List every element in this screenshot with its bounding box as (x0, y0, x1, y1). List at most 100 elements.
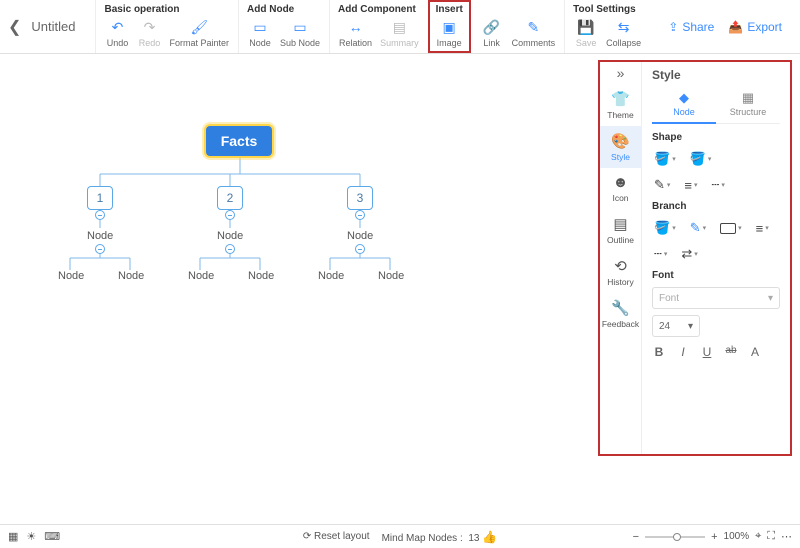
export-button[interactable]: 📤Export (728, 20, 782, 34)
font-family-select[interactable]: Font▾ (652, 287, 780, 309)
link-button[interactable]: 🔗Link (477, 17, 507, 49)
keyboard-icon[interactable]: ⌨ (44, 530, 60, 543)
border-style-button[interactable]: ┄▾ (710, 175, 727, 195)
link-icon: 🔗 (483, 18, 501, 36)
tab-outline[interactable]: ▤Outline (600, 209, 641, 251)
reset-layout-button[interactable]: ⟳ Reset layout (303, 531, 370, 542)
locate-icon[interactable]: ⌖ (755, 530, 761, 543)
font-color-button[interactable]: A (748, 345, 762, 359)
line-style-button[interactable]: ✎▾ (652, 175, 672, 195)
leaf-node[interactable]: Node (58, 270, 84, 282)
child-node[interactable]: Node (87, 230, 113, 242)
bold-button[interactable]: B (652, 345, 666, 359)
fill-color-button[interactable]: 🪣▾ (652, 149, 678, 169)
chevron-down-icon: ▾ (688, 321, 693, 332)
format-painter-button[interactable]: 🖌Format Painter (166, 17, 232, 49)
branch-line-button[interactable]: ✎▾ (688, 218, 708, 238)
tab-history[interactable]: ⟲History (600, 251, 641, 293)
zoom-in-button[interactable]: + (711, 531, 717, 543)
root-node[interactable]: Facts (204, 124, 274, 158)
collapse-toggle[interactable] (355, 210, 365, 220)
lines-icon: ≡ (756, 221, 764, 236)
node-tab-icon: ◆ (679, 90, 689, 106)
collapse-toggle[interactable] (225, 210, 235, 220)
group-add-node: Add Node ▭Node ▭Sub Node (238, 0, 329, 53)
shape-heading: Shape (652, 132, 780, 143)
collapse-toggle[interactable] (355, 244, 365, 254)
brightness-icon[interactable]: ☀ (26, 530, 36, 543)
save-button[interactable]: 💾Save (571, 17, 601, 49)
thumb-icon[interactable]: 👍 (482, 530, 497, 544)
border-color-button[interactable]: 🪣▾ (688, 149, 714, 169)
zoom-slider[interactable] (645, 536, 705, 538)
collapse-toggle[interactable] (225, 244, 235, 254)
group-tool-settings: Tool Settings 💾Save ⇆Collapse (564, 0, 650, 53)
leaf-node[interactable]: Node (188, 270, 214, 282)
font-size-select[interactable]: 24▾ (652, 315, 700, 337)
map-toggle-icon[interactable]: ▦ (8, 530, 18, 543)
border-width-button[interactable]: ≡▾ (682, 175, 699, 195)
bucket-icon: 🪣 (654, 151, 670, 167)
collapse-button[interactable]: ⇆Collapse (603, 17, 644, 49)
comments-icon: ✎ (524, 18, 542, 36)
tab-style[interactable]: 🎨Style (600, 126, 641, 168)
branch-heading: Branch (652, 201, 780, 212)
node-3[interactable]: 3 (347, 186, 373, 210)
node-count: Mind Map Nodes : 13 👍 (382, 530, 498, 544)
leaf-node[interactable]: Node (318, 270, 344, 282)
fullscreen-icon[interactable]: ⛶ (767, 530, 775, 543)
top-toolbar: ❮ Untitled Basic operation ↶Undo ↷Redo 🖌… (0, 0, 800, 54)
refresh-icon: ⟳ (303, 531, 311, 542)
group-insert: Insert ▣Image (428, 0, 471, 53)
back-icon[interactable]: ❮ (8, 17, 21, 37)
branch-dash-button[interactable]: ┄▾ (652, 244, 669, 264)
child-node[interactable]: Node (347, 230, 373, 242)
collapse-toggle[interactable] (95, 244, 105, 254)
comments-button[interactable]: ✎Comments (509, 17, 559, 49)
panel-title: Style (652, 68, 780, 82)
relation-button[interactable]: ↔Relation (336, 17, 375, 49)
tab-structure[interactable]: ▦Structure (716, 88, 780, 123)
branch-width-button[interactable]: ≡▾ (754, 218, 771, 238)
group-basic: Basic operation ↶Undo ↷Redo 🖌Format Pain… (95, 0, 238, 53)
image-icon: ▣ (440, 18, 458, 36)
zoom-value: 100% (724, 531, 750, 542)
italic-button[interactable]: I (676, 345, 690, 359)
collapse-icon: ⇆ (615, 18, 633, 36)
redo-button[interactable]: ↷Redo (134, 17, 164, 49)
tab-feedback[interactable]: 🔧Feedback (600, 293, 641, 335)
more-icon[interactable]: ⋯ (781, 530, 792, 543)
child-node[interactable]: Node (217, 230, 243, 242)
node-button[interactable]: ▭Node (245, 17, 275, 49)
group-add-component: Add Component ↔Relation ▤Summary (329, 0, 428, 53)
branch-arrow-button[interactable]: ⇄▾ (679, 244, 699, 264)
leaf-node[interactable]: Node (248, 270, 274, 282)
underline-button[interactable]: U (700, 345, 714, 359)
strike-button[interactable]: ab (724, 345, 738, 359)
dash-icon: ┄ (654, 246, 662, 262)
collapse-toggle[interactable] (95, 210, 105, 220)
image-button[interactable]: ▣Image (434, 17, 465, 49)
panel-collapse-icon[interactable]: » (600, 62, 641, 84)
smile-icon: ☻ (613, 174, 629, 191)
tab-theme[interactable]: 👕Theme (600, 84, 641, 126)
tab-icon[interactable]: ☻Icon (600, 168, 641, 209)
undo-icon: ↶ (108, 18, 126, 36)
tab-node[interactable]: ◆Node (652, 88, 716, 124)
undo-button[interactable]: ↶Undo (102, 17, 132, 49)
palette-icon: 🎨 (611, 132, 630, 150)
node-2[interactable]: 2 (217, 186, 243, 210)
sub-node-button[interactable]: ▭Sub Node (277, 17, 323, 49)
branch-fill-button[interactable]: 🪣▾ (652, 218, 678, 238)
export-icon: 📤 (728, 20, 743, 34)
outline-icon: ▤ (613, 215, 627, 233)
format-painter-icon: 🖌 (190, 18, 208, 36)
node-1[interactable]: 1 (87, 186, 113, 210)
bucket-icon: 🪣 (654, 220, 670, 236)
branch-shape-button[interactable]: ▾ (718, 218, 744, 238)
summary-button[interactable]: ▤Summary (377, 17, 422, 49)
zoom-out-button[interactable]: − (633, 531, 639, 543)
share-button[interactable]: ⇪Share (668, 20, 714, 34)
leaf-node[interactable]: Node (378, 270, 404, 282)
leaf-node[interactable]: Node (118, 270, 144, 282)
